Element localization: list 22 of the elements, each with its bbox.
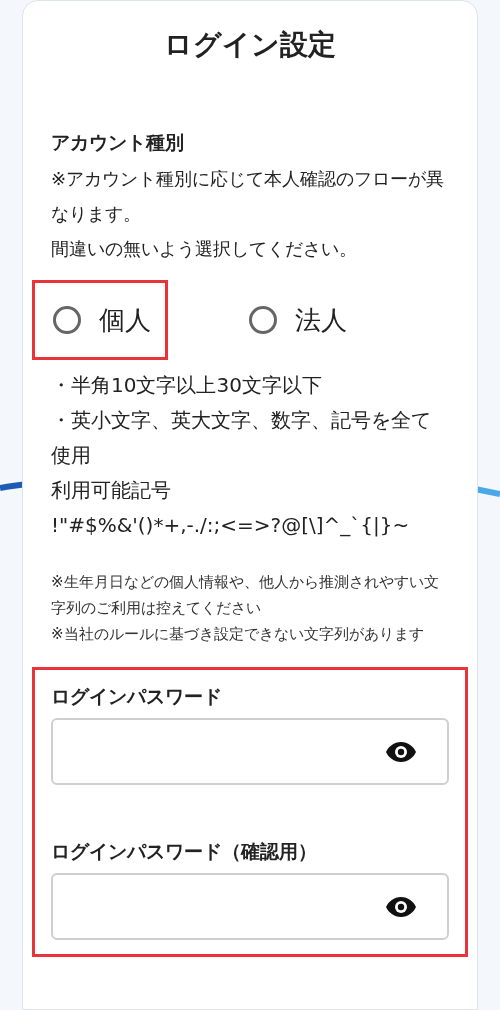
password-field[interactable]	[51, 873, 449, 940]
password-field[interactable]	[51, 718, 449, 785]
radio-option[interactable]: 法人	[228, 280, 364, 360]
radio-button[interactable]	[249, 306, 277, 334]
radio-label: 個人	[99, 303, 151, 337]
radio-label: 法人	[295, 303, 347, 337]
radio-option[interactable]: 個人	[32, 280, 168, 360]
caution-text: ※当社のルールに基づき設定できない文字列があります	[51, 624, 425, 645]
caution-text: ※生年月日などの個人情報や、他人から推測されやすい文字列のご利用は控えてください	[51, 572, 440, 619]
show-password-icon[interactable]	[385, 740, 417, 763]
field-label: ログインパスワード	[51, 684, 223, 709]
page-title: ログイン設定	[163, 27, 337, 63]
note-text: ※アカウント種別に応じて本人確認のフローが異なります。	[51, 167, 446, 226]
rule-text: !"#$%&'()*+,-./:;<=>?@[\]^_`{|}~	[51, 512, 411, 539]
radio-button[interactable]	[53, 306, 81, 334]
note-text: 間違いの無いよう選択してください。	[51, 237, 358, 261]
show-password-icon[interactable]	[385, 895, 417, 918]
rule-text: ・半角10文字以上30文字以下	[51, 372, 323, 399]
rule-text: 利用可能記号	[51, 477, 172, 504]
section-label: アカウント種別	[51, 130, 185, 155]
field-label: ログインパスワード（確認用）	[51, 839, 318, 864]
rule-text: ・英小文字、英大文字、数字、記号を全て使用	[51, 407, 432, 469]
